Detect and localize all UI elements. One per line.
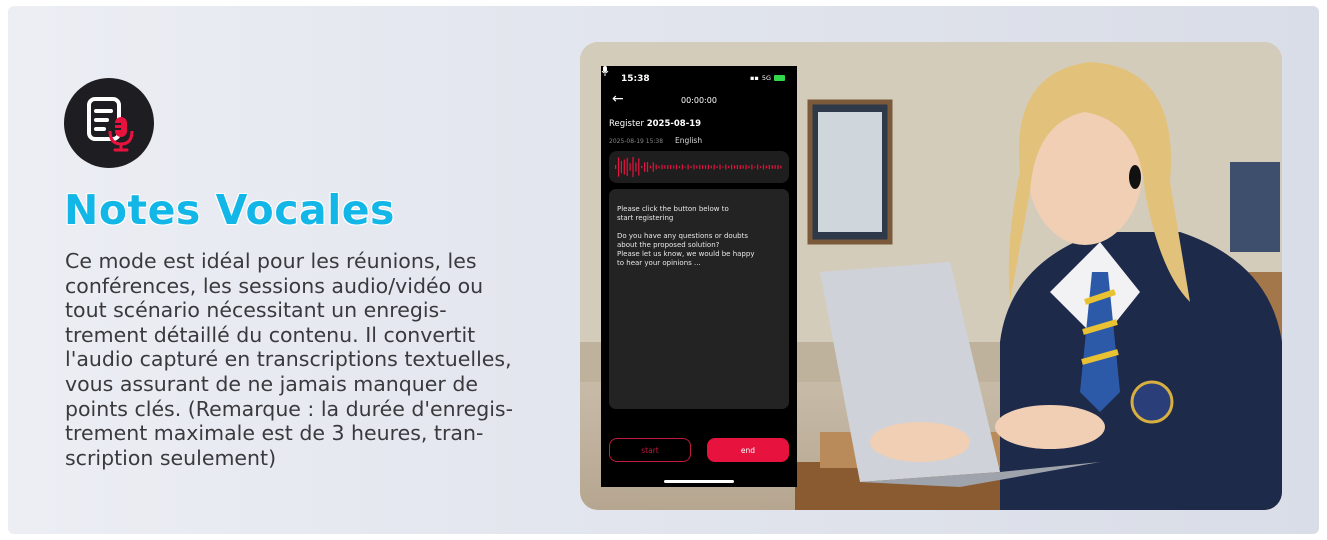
waveform-bar xyxy=(661,164,663,170)
waveform-bar xyxy=(690,166,692,168)
waveform-bar xyxy=(670,164,672,170)
waveform-bar xyxy=(768,164,770,170)
recording-datetime: 2025-08-19 15:38 xyxy=(609,138,664,145)
waveform-bar xyxy=(748,165,750,169)
waveform-bar xyxy=(754,166,756,168)
waveform-bar xyxy=(687,164,689,170)
waveform-bar xyxy=(664,165,666,169)
description-line: trement détaillé du contenu. Il converti… xyxy=(65,322,476,347)
transcription-line: Please let us know, we would be happy xyxy=(617,250,755,258)
waveform-bar xyxy=(728,165,730,169)
waveform-bar xyxy=(774,165,776,169)
description-line: tout scénario nécessitant un enregis- xyxy=(65,298,447,323)
waveform-bar xyxy=(731,164,733,170)
waveform-bar xyxy=(771,165,773,169)
waveform-bar xyxy=(652,162,654,172)
waveform-bar xyxy=(722,166,724,168)
waveform-bar xyxy=(760,166,762,168)
waveform-icon xyxy=(615,157,782,177)
transcription-line: to hear your opinions ... xyxy=(617,259,701,267)
feature-card: Notes Vocales Ce mode est idéal pour les… xyxy=(8,6,1319,534)
transcript-mic-icon xyxy=(64,78,154,168)
status-indicators: ▪▪ 5G xyxy=(750,74,785,82)
transcription-line: start registering xyxy=(617,214,674,222)
description-line: vous assurant de ne jamais manquer de xyxy=(65,371,478,396)
waveform-bar xyxy=(757,164,759,170)
waveform-bar xyxy=(644,162,646,172)
home-indicator xyxy=(664,480,734,483)
waveform-bar xyxy=(739,165,741,169)
waveform-bar xyxy=(745,164,747,170)
status-time: 15:38 xyxy=(621,74,650,84)
transcription-line: Please click the button below to xyxy=(617,205,729,213)
waveform-bar xyxy=(626,157,628,177)
waveform-bar xyxy=(675,164,678,170)
waveform-bar xyxy=(620,160,622,174)
waveform-bar xyxy=(707,164,709,170)
feature-title: Notes Vocales xyxy=(64,186,395,234)
phone-mockup: 15:38 ▪▪ 5G ← 00:00:00 Register 2025-08-… xyxy=(601,66,797,487)
feature-description: Ce mode est idéal pour les réunions, les… xyxy=(65,249,555,470)
network-label: 5G xyxy=(761,74,771,82)
waveform-bar xyxy=(623,159,625,175)
waveform-bar xyxy=(704,165,707,169)
register-label: Register xyxy=(609,119,644,129)
waveform-bar xyxy=(646,161,649,173)
waveform-bar xyxy=(751,164,753,170)
description-line: points clés. (Remarque : la durée d'enre… xyxy=(65,396,513,421)
waveform-bar xyxy=(615,165,617,169)
waveform-bar xyxy=(762,164,765,170)
waveform-bar xyxy=(678,165,680,169)
waveform-bar xyxy=(736,164,738,170)
description-line: Ce mode est idéal pour les réunions, les xyxy=(65,249,477,273)
register-date: 2025-08-19 xyxy=(646,119,702,129)
microphone-icon xyxy=(601,66,609,76)
waveform-bar xyxy=(725,164,727,170)
waveform-bar xyxy=(716,166,718,168)
waveform-bar xyxy=(684,166,686,168)
waveform-bar xyxy=(777,164,779,170)
description-line: l'audio capturé en transcriptions textue… xyxy=(65,347,512,372)
waveform-bar xyxy=(693,164,695,170)
transcription-line: Do you have any questions or doubts xyxy=(617,232,748,240)
transcription-line: about the proposed solution? xyxy=(617,241,720,249)
recording-language: English xyxy=(675,136,703,145)
waveform-bar xyxy=(658,165,660,169)
waveform-bar xyxy=(673,165,675,169)
waveform-bar xyxy=(681,164,683,170)
register-heading: Register 2025-08-19 xyxy=(609,119,701,129)
promo-photo: 15:38 ▪▪ 5G ← 00:00:00 Register 2025-08-… xyxy=(580,42,1282,510)
back-arrow-icon[interactable]: ← xyxy=(612,92,624,106)
end-button[interactable]: end xyxy=(707,438,789,462)
signal-icon: ▪▪ xyxy=(750,74,759,82)
battery-icon xyxy=(774,75,785,81)
waveform-bar xyxy=(638,158,640,176)
recording-timer: 00:00:00 xyxy=(681,96,717,105)
start-button[interactable]: start xyxy=(609,438,691,462)
waveform-bar xyxy=(702,165,704,169)
description-line: trement maximale est de 3 heures, tran- xyxy=(65,421,484,446)
description-line: conférences, les sessions audio/vidéo ou xyxy=(65,273,484,298)
waveform-bar xyxy=(710,165,712,169)
waveform-bar xyxy=(617,157,620,177)
waveform-bar xyxy=(699,164,701,170)
description-line: scription seulement) xyxy=(65,445,277,470)
waveform-bar xyxy=(719,164,721,170)
waveform-bar xyxy=(713,164,715,170)
waveform-panel xyxy=(609,151,789,183)
waveform-bar xyxy=(635,162,637,172)
waveform-bar xyxy=(629,163,631,171)
waveform-bar xyxy=(733,165,736,169)
waveform-bar xyxy=(780,165,782,169)
waveform-bar xyxy=(696,165,698,169)
waveform-bar xyxy=(765,165,767,169)
transcription-box: Please click the button below to start r… xyxy=(609,189,789,409)
waveform-bar xyxy=(667,165,669,169)
waveform-bar xyxy=(641,165,643,169)
waveform-bar xyxy=(649,165,651,169)
waveform-bar xyxy=(742,165,744,169)
waveform-bar xyxy=(632,157,634,177)
waveform-bar xyxy=(655,164,657,170)
